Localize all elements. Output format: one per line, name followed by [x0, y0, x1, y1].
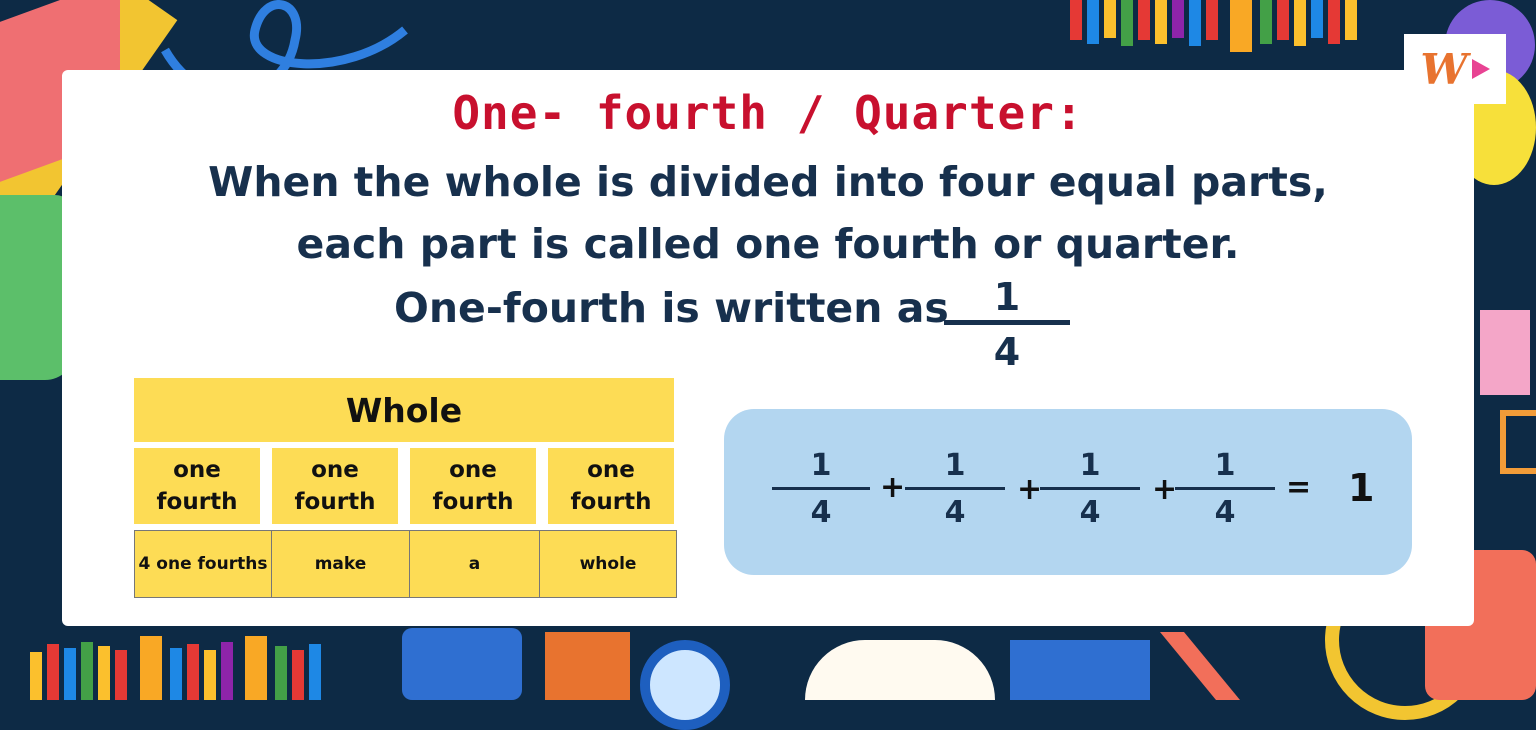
main-fraction-numerator: 1	[993, 275, 1021, 319]
logo-flag-icon	[1471, 59, 1490, 79]
equation-term-2: 1 4	[905, 448, 1005, 533]
plus-sign: +	[1152, 472, 1178, 507]
table-footer-cell: whole	[540, 530, 677, 598]
term-denominator: 4	[1214, 495, 1236, 530]
cube-decoration	[1010, 640, 1150, 700]
table-footer-cell: make	[272, 530, 410, 598]
main-fraction: 1 4	[944, 276, 1070, 377]
equals-sign: =	[1286, 470, 1312, 505]
table-footer-cell: 4 one fourths	[134, 530, 272, 598]
sticky-notes-decoration	[1480, 310, 1530, 395]
fraction-bar	[944, 320, 1070, 325]
pencils-bottom-decoration	[30, 636, 321, 700]
pencils-top-decoration	[1070, 0, 1357, 52]
term-numerator: 1	[810, 448, 832, 483]
fraction-bar	[1040, 487, 1140, 490]
definition-line-1: When the whole is divided into four equa…	[208, 158, 1328, 206]
equation-term-3: 1 4	[1040, 448, 1140, 533]
page-title: One- fourth / Quarter:	[452, 86, 1084, 140]
term-numerator: 1	[944, 448, 966, 483]
fraction-bar	[772, 487, 870, 490]
term-denominator: 4	[810, 495, 832, 530]
compass-decoration	[1160, 632, 1240, 700]
plus-sign: +	[1017, 472, 1043, 507]
table-part-cell: one fourth	[410, 448, 536, 524]
table-footer-cell: a	[410, 530, 540, 598]
fraction-bar	[1175, 487, 1275, 490]
term-numerator: 1	[1079, 448, 1101, 483]
magnifier-decoration	[640, 640, 730, 730]
frame-decoration	[1500, 410, 1536, 474]
fraction-bar	[905, 487, 1005, 490]
term-denominator: 4	[944, 495, 966, 530]
equation-term-4: 1 4	[1175, 448, 1275, 533]
calculator-bottom-decoration	[402, 628, 522, 700]
term-numerator: 1	[1214, 448, 1236, 483]
equation-result: 1	[1348, 466, 1375, 510]
written-as-text: One-fourth is written as	[394, 284, 949, 332]
table-header-whole: Whole	[134, 378, 674, 442]
definition-line-2: each part is called one fourth or quarte…	[296, 220, 1240, 268]
equation-term-1: 1 4	[772, 448, 870, 533]
pencil-cup-decoration	[545, 632, 630, 700]
table-part-cell: one fourth	[134, 448, 260, 524]
table-part-cell: one fourth	[548, 448, 674, 524]
open-book-decoration	[805, 640, 995, 700]
table-part-cell: one fourth	[272, 448, 398, 524]
plus-sign: +	[880, 470, 906, 505]
main-fraction-denominator: 4	[993, 330, 1021, 374]
term-denominator: 4	[1079, 495, 1101, 530]
